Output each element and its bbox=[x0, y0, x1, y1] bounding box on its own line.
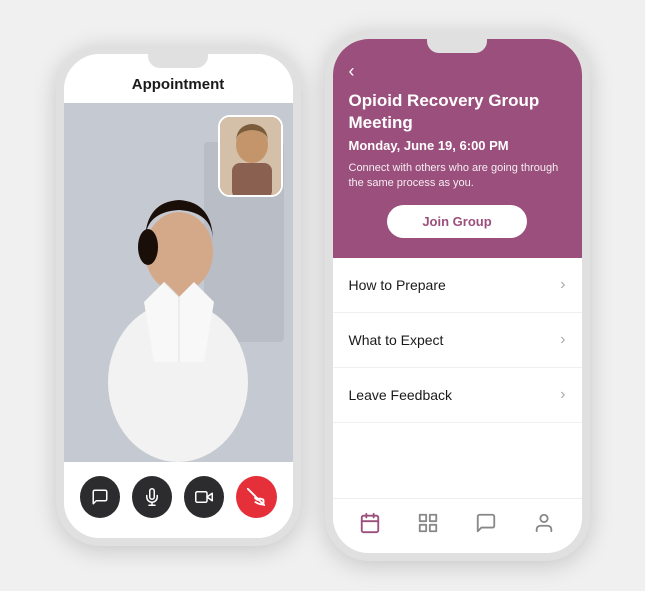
menu-item-what-to-expect[interactable]: What to Expect › bbox=[333, 313, 582, 368]
what-to-expect-label: What to Expect bbox=[349, 332, 444, 348]
meeting-description: Connect with others who are going throug… bbox=[349, 161, 566, 192]
video-button[interactable] bbox=[184, 476, 224, 518]
video-area bbox=[64, 103, 293, 462]
chevron-icon-2: › bbox=[560, 386, 565, 404]
right-phone: ‹ Opioid Recovery Group Meeting Monday, … bbox=[325, 31, 590, 561]
pip-person-figure bbox=[220, 117, 283, 197]
menu-list: How to Prepare › What to Expect › Leave … bbox=[333, 258, 582, 497]
video-icon bbox=[195, 488, 213, 506]
nav-grid[interactable] bbox=[414, 509, 442, 537]
chat-icon bbox=[91, 488, 109, 506]
nav-calendar[interactable] bbox=[356, 509, 384, 537]
pip-video bbox=[218, 115, 283, 197]
meeting-title: Opioid Recovery Group Meeting bbox=[349, 90, 566, 134]
chevron-icon-0: › bbox=[560, 276, 565, 294]
appointment-title: Appointment bbox=[64, 54, 293, 103]
mic-icon bbox=[143, 488, 161, 506]
chat-button[interactable] bbox=[80, 476, 120, 518]
person-icon bbox=[533, 512, 555, 534]
leave-feedback-label: Leave Feedback bbox=[349, 387, 453, 403]
meeting-datetime: Monday, June 19, 6:00 PM bbox=[349, 138, 566, 153]
nav-chat[interactable] bbox=[472, 509, 500, 537]
message-icon bbox=[475, 512, 497, 534]
left-phone: Appointment bbox=[56, 46, 301, 546]
grid-icon bbox=[417, 512, 439, 534]
calendar-icon bbox=[359, 512, 381, 534]
menu-item-leave-feedback[interactable]: Leave Feedback › bbox=[333, 368, 582, 423]
chevron-icon-1: › bbox=[560, 331, 565, 349]
end-call-icon bbox=[247, 488, 265, 506]
mic-button[interactable] bbox=[132, 476, 172, 518]
call-controls bbox=[64, 462, 293, 538]
nav-profile[interactable] bbox=[530, 509, 558, 537]
app-header: ‹ Opioid Recovery Group Meeting Monday, … bbox=[333, 39, 582, 259]
bottom-nav bbox=[333, 498, 582, 553]
end-call-button[interactable] bbox=[236, 476, 276, 518]
menu-item-how-to-prepare[interactable]: How to Prepare › bbox=[333, 258, 582, 313]
join-group-button[interactable]: Join Group bbox=[387, 205, 527, 238]
how-to-prepare-label: How to Prepare bbox=[349, 277, 446, 293]
back-button[interactable]: ‹ bbox=[349, 61, 355, 82]
